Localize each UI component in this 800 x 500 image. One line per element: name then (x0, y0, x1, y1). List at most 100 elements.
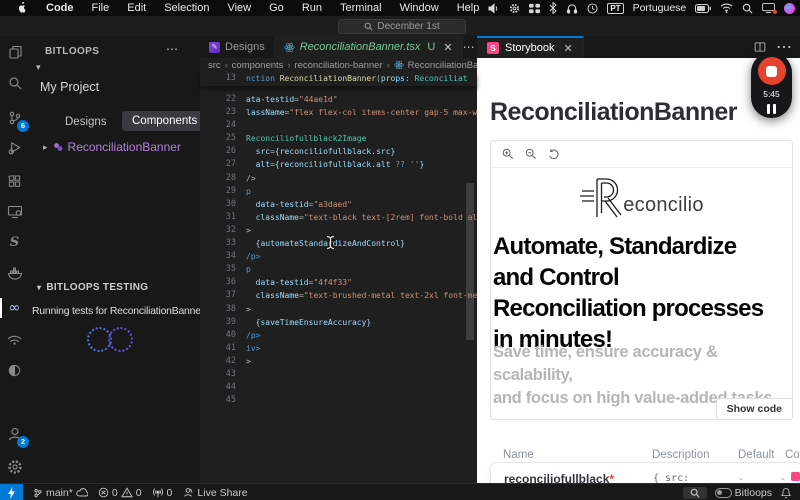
mission-control-icon[interactable] (529, 3, 540, 14)
code-line-13[interactable]: 13nction ReconciliationBanner(props: Rec… (200, 72, 477, 85)
time-machine-icon[interactable] (587, 3, 598, 14)
stop-recording-button[interactable] (758, 57, 786, 85)
breadcrumb[interactable]: src›components›reconciliation-banner›Rec… (200, 58, 477, 72)
breadcrumb-item-components[interactable]: components (232, 60, 284, 71)
editor-scrollbar[interactable] (466, 183, 474, 340)
code-line-40[interactable]: 40/p> (200, 329, 477, 342)
menu-go[interactable]: Go (260, 2, 293, 14)
code-line-37[interactable]: 37 className="text-brushed-metal text-2x… (200, 289, 477, 302)
menu-window[interactable]: Window (391, 2, 448, 14)
code-line-41[interactable]: 41iv> (200, 342, 477, 355)
spotlight-icon[interactable] (742, 3, 753, 14)
input-language-label[interactable]: Portuguese (633, 2, 687, 14)
s-extension-icon[interactable]: S (0, 230, 29, 254)
sidebar-more-actions[interactable]: ⋯ (166, 42, 178, 56)
tab-storybook[interactable]: S Storybook ✕ (477, 36, 584, 58)
code-line-29[interactable]: 29p (200, 185, 477, 198)
bluetooth-icon[interactable] (549, 2, 557, 14)
code-line-32[interactable]: 32> (200, 224, 477, 237)
half-circle-icon[interactable] (0, 358, 29, 382)
run-debug-icon[interactable] (0, 135, 29, 159)
menu-help[interactable]: Help (448, 2, 489, 14)
show-code-button[interactable]: Show code (716, 398, 793, 420)
code-line-27[interactable]: 27 alt={reconciliofullblack.alt ?? ''} (200, 158, 477, 171)
code-line-24[interactable]: 24 (200, 119, 477, 132)
menu-file[interactable]: File (83, 2, 119, 14)
volume-icon[interactable] (488, 3, 500, 14)
bitloops-toggle[interactable]: Bitloops (715, 487, 772, 499)
split-editor-icon[interactable] (754, 41, 766, 53)
zoom-out-icon[interactable] (525, 148, 537, 160)
code-line-31[interactable]: 31 className="text-black text-[2rem] fon… (200, 211, 477, 224)
code-line-28[interactable]: 28/> (200, 172, 477, 185)
source-control-icon[interactable]: 6 (0, 106, 29, 130)
command-center-search[interactable]: December 1st (338, 19, 466, 34)
args-table-row[interactable]: reconciliofullblack* { src: - - (490, 462, 800, 483)
code-line-22[interactable]: 22ata-testid="44ae1d" (200, 93, 477, 106)
code-line-36[interactable]: 36 data-testid="4f4f33" (200, 276, 477, 289)
sticky-scroll-line[interactable]: 13nction ReconciliationBanner(props: Rec… (200, 72, 477, 86)
code-line-42[interactable]: 42> (200, 355, 477, 368)
menu-code[interactable]: Code (37, 2, 83, 14)
tab-designs-editor[interactable]: ✎ Designs (200, 36, 275, 58)
signal-icon[interactable] (0, 326, 29, 350)
zoom-status[interactable] (683, 487, 707, 499)
code-line-23[interactable]: 23lassName="flex flex-col items-center g… (200, 106, 477, 119)
menu-view[interactable]: View (218, 2, 260, 14)
chevron-down-icon[interactable]: ▾ (36, 62, 41, 73)
remote-indicator[interactable] (0, 484, 23, 500)
extensions-icon[interactable] (0, 169, 29, 193)
tree-item-reconciliation-banner[interactable]: ▸ ReconciliationBanner (43, 140, 181, 154)
project-name[interactable]: My Project (40, 80, 99, 94)
manage-gear-icon[interactable] (0, 455, 29, 479)
code-line-38[interactable]: 38> (200, 303, 477, 316)
menu-selection[interactable]: Selection (155, 2, 218, 14)
code-line-45[interactable]: 45 (200, 394, 477, 407)
breadcrumb-item-ReconciliationBan[interactable]: ReconciliationBan (408, 60, 477, 71)
menu-edit[interactable]: Edit (118, 2, 155, 14)
control-object-icon[interactable] (791, 472, 800, 481)
code-line-44[interactable]: 44 (200, 381, 477, 394)
breadcrumb-item-reconciliation-banner[interactable]: reconciliation-banner (294, 60, 382, 71)
headphones-icon[interactable] (566, 3, 578, 14)
problems-status[interactable]: 0 0 (98, 487, 142, 499)
bitloops-testing-icon[interactable]: ∞ (0, 296, 29, 320)
code-line-35[interactable]: 35p (200, 263, 477, 276)
close-icon[interactable]: ✕ (564, 42, 573, 55)
code-line-33[interactable]: 33 {automateStandardizeAndControl} (200, 237, 477, 250)
code-area[interactable]: 22ata-testid="44ae1d"23lassName="flex fl… (200, 93, 477, 483)
zoom-in-icon[interactable] (502, 148, 514, 160)
menu-run[interactable]: Run (293, 2, 331, 14)
live-share-status[interactable]: Live Share (182, 487, 247, 499)
remote-explorer-icon[interactable] (0, 199, 29, 223)
code-line-39[interactable]: 39 {saveTimeEnsureAccuracy} (200, 316, 477, 329)
wifi-icon[interactable] (720, 3, 733, 13)
docker-icon[interactable] (0, 261, 29, 285)
tab-reconciliation-banner[interactable]: ReconciliationBanner.tsx U ✕ (275, 36, 463, 58)
code-line-26[interactable]: 26 src={reconciliofullblack.src} (200, 145, 477, 158)
code-line-34[interactable]: 34/p> (200, 250, 477, 263)
notifications-bell-icon[interactable] (780, 487, 792, 499)
settings-gear-icon[interactable] (509, 3, 520, 14)
code-line-43[interactable]: 43 (200, 368, 477, 381)
siri-icon[interactable] (784, 3, 795, 14)
tab-designs[interactable]: Designs (57, 113, 115, 131)
apple-icon[interactable] (8, 2, 37, 14)
screen-mirroring-icon[interactable] (762, 3, 775, 13)
menu-terminal[interactable]: Terminal (331, 2, 391, 14)
pause-recording-button[interactable] (767, 104, 776, 114)
explorer-icon[interactable] (0, 40, 29, 64)
tab-components[interactable]: Components (122, 111, 207, 131)
bitloops-testing-header[interactable]: ▾ BITLOOPS TESTING (37, 282, 148, 293)
code-line-25[interactable]: 25Reconciliofullblack2Image (200, 132, 477, 145)
input-source-icon[interactable]: PT (607, 3, 623, 14)
arg-control[interactable]: - (781, 473, 785, 483)
search-sidebar-icon[interactable] (0, 71, 29, 95)
close-icon[interactable]: ✕ (443, 41, 452, 54)
code-line-30[interactable]: 30 data-testid="a3daed" (200, 198, 477, 211)
zoom-reset-icon[interactable] (548, 148, 560, 160)
accounts-icon[interactable]: 2 (0, 422, 29, 446)
ports-status[interactable]: 0 (152, 487, 173, 499)
branch-status[interactable]: main* (33, 487, 88, 499)
breadcrumb-item-src[interactable]: src (208, 60, 221, 71)
